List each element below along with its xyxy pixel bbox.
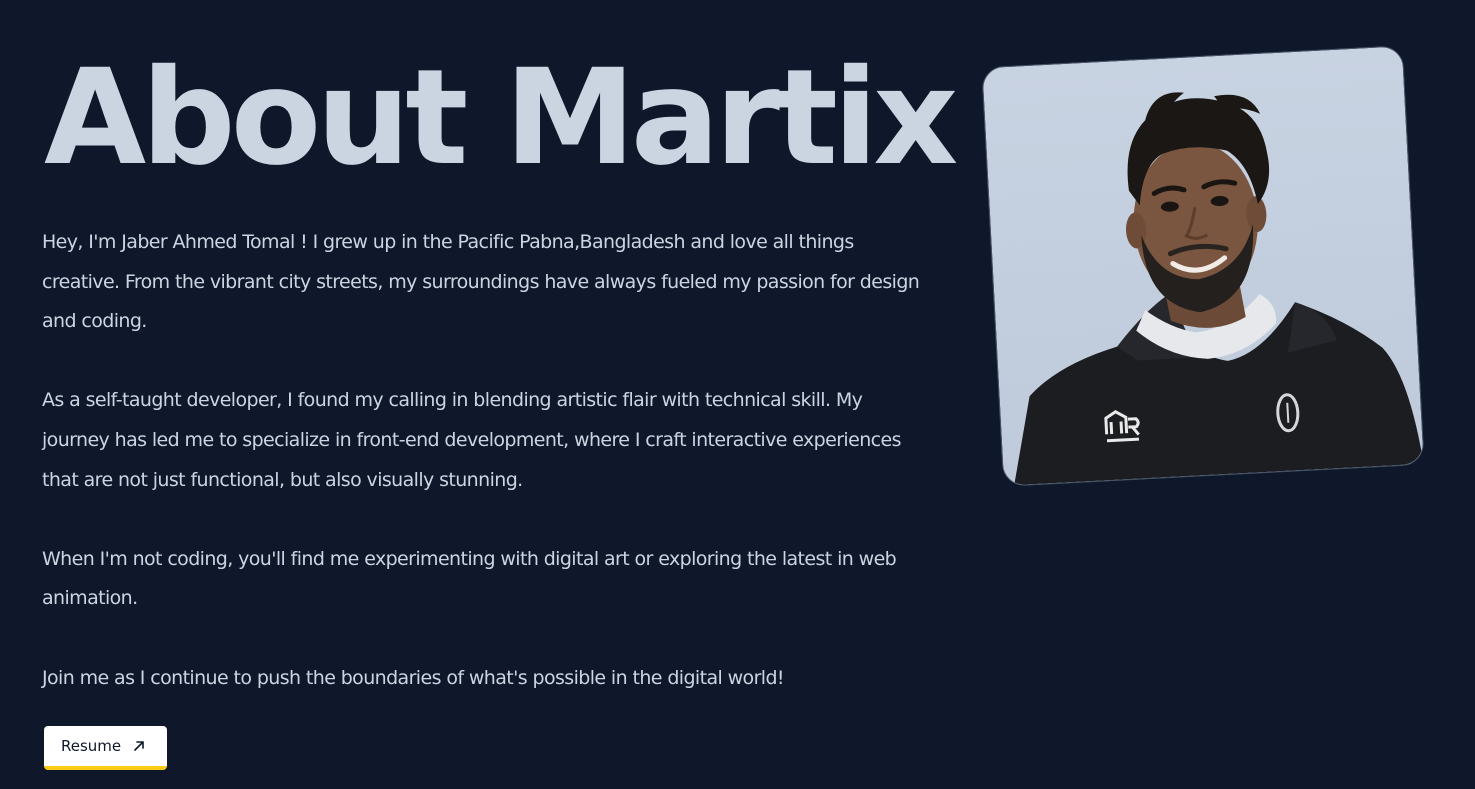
bio-paragraph: As a self-taught developer, I found my c… — [42, 389, 901, 491]
resume-button-label: Resume — [61, 737, 122, 755]
profile-photo — [981, 45, 1425, 487]
resume-button[interactable]: Resume — [44, 726, 167, 770]
profile-photo-illustration — [1014, 92, 1424, 486]
bio-paragraph: Join me as I continue to push the bounda… — [42, 666, 785, 689]
about-page: About Martix Hey, I'm Jaber Ahmed Tomal … — [0, 0, 1475, 789]
bio-paragraph: Hey, I'm Jaber Ahmed Tomal ! I grew up i… — [42, 231, 920, 333]
bio-section: Hey, I'm Jaber Ahmed Tomal ! I grew up i… — [42, 223, 922, 698]
arrow-up-right-icon — [134, 741, 144, 751]
bio-paragraph: When I'm not coding, you'll find me expe… — [42, 547, 897, 610]
page-title: About Martix — [44, 41, 958, 195]
